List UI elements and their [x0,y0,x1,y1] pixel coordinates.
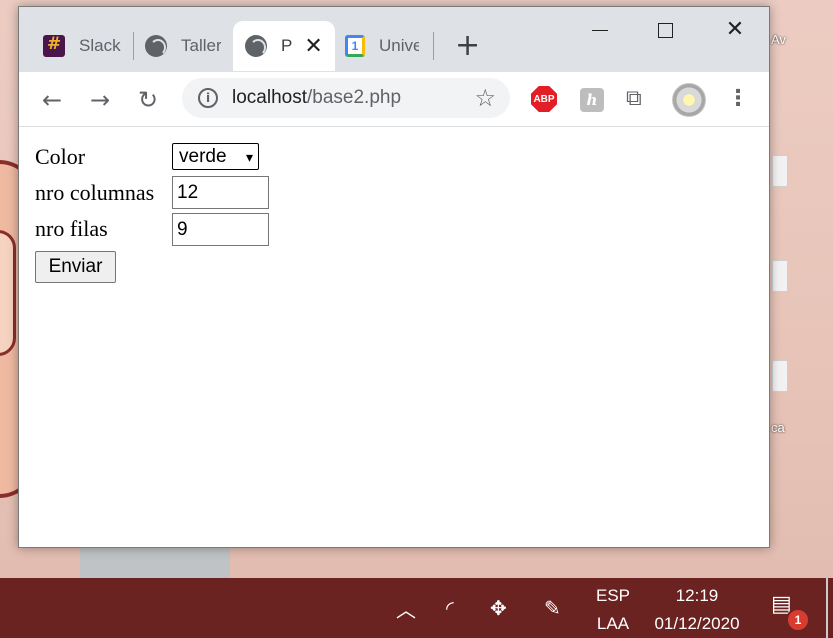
tab-strip: Slack Taller P ✕ 1 Unive + ✕ [19,7,769,72]
rows-label: nro filas [35,216,108,241]
reload-icon: ↻ [137,86,159,114]
back-button[interactable]: ← [38,86,66,114]
maximize-icon [657,22,673,38]
tab-label: P [281,36,293,55]
new-tab-button[interactable]: + [455,31,480,61]
keyboard-layout-indicator[interactable]: LAA [596,614,630,634]
browser-window: Slack Taller P ✕ 1 Unive + ✕ ← → ↻ i loc… [18,6,770,548]
profile-avatar[interactable] [672,83,706,117]
minimize-icon [592,29,608,31]
language-indicator[interactable]: ESP [596,586,630,606]
tab-separator [433,32,434,60]
globe-icon [245,35,267,57]
clock-date[interactable]: 01/12/2020 [650,614,744,634]
tab-taller[interactable]: Taller [145,21,223,71]
calendar-icon: 1 [345,35,365,57]
minimize-button[interactable] [577,15,623,45]
adblock-extension-icon[interactable]: ABP [531,86,557,112]
tab-separator [133,32,134,60]
page-content: Color verde ▾ nro columnas 12 nro filas … [19,127,769,547]
tab-label: Taller [181,36,221,55]
columns-row: nro columnas [35,177,172,209]
browser-toolbar: ← → ↻ i localhost/base2.php ☆ ABP h ⧉ ⋮ [19,72,769,127]
extensions-puzzle-icon[interactable]: ⧉ [626,86,642,111]
globe-icon [145,35,167,57]
arrow-right-icon: → [89,86,111,114]
submit-button[interactable]: Enviar [35,251,116,283]
desktop-file-icon[interactable] [772,155,788,187]
rows-input[interactable]: 9 [172,213,269,246]
columns-label: nro columnas [35,180,155,205]
color-select-value: verde [179,145,227,167]
tab-label: Slack [79,36,121,55]
address-url[interactable]: localhost/base2.php [232,87,401,109]
tab-universidad[interactable]: 1 Unive [345,21,423,71]
close-window-button[interactable]: ✕ [712,15,758,45]
desktop-file-icon[interactable] [772,260,788,292]
tab-active[interactable]: P ✕ [233,21,335,71]
arrow-left-icon: ← [41,86,63,114]
forward-button[interactable]: → [86,86,114,114]
menu-kebab-icon[interactable]: ⋮ [727,86,749,111]
info-icon[interactable]: i [198,88,218,108]
bookmark-star-icon[interactable]: ☆ [474,84,496,112]
color-row: Color [35,141,172,173]
url-path: /base2.php [307,87,402,108]
desktop-file-icon[interactable] [772,360,788,392]
address-bar[interactable]: i localhost/base2.php ☆ [182,78,510,118]
url-host: localhost [232,87,307,108]
wallpaper-shape [0,230,16,356]
notification-count-badge: 1 [786,608,810,632]
chevron-up-icon[interactable]: ︿ [396,594,416,623]
slack-icon [43,34,65,57]
tab-label: Unive [379,36,419,55]
h-extension-icon[interactable]: h [580,88,604,112]
show-desktop-button[interactable] [826,578,828,638]
clock-time[interactable]: 12:19 [650,586,744,606]
color-select[interactable]: verde ▾ [172,143,259,170]
chevron-down-icon: ▾ [245,149,253,165]
tab-slack[interactable]: Slack [43,21,131,71]
maximize-button[interactable] [642,15,688,45]
desktop-icon-label[interactable]: Av [771,32,786,47]
reload-button[interactable]: ↻ [134,86,162,114]
wifi-icon[interactable]: ◜ [446,596,454,620]
close-tab-icon[interactable]: ✕ [304,34,322,59]
taskbar: ︿ ◜ ✥ ✎ ESP LAA 12:19 01/12/2020 ▤ 1 [0,578,833,638]
color-label: Color [35,144,86,169]
rows-row: nro filas [35,213,172,245]
columns-input[interactable]: 12 [172,176,269,209]
dropbox-icon[interactable]: ✥ [490,596,507,620]
pen-icon[interactable]: ✎ [544,596,561,620]
close-icon: ✕ [725,17,745,42]
desktop-icon-label[interactable]: ca [771,420,785,435]
